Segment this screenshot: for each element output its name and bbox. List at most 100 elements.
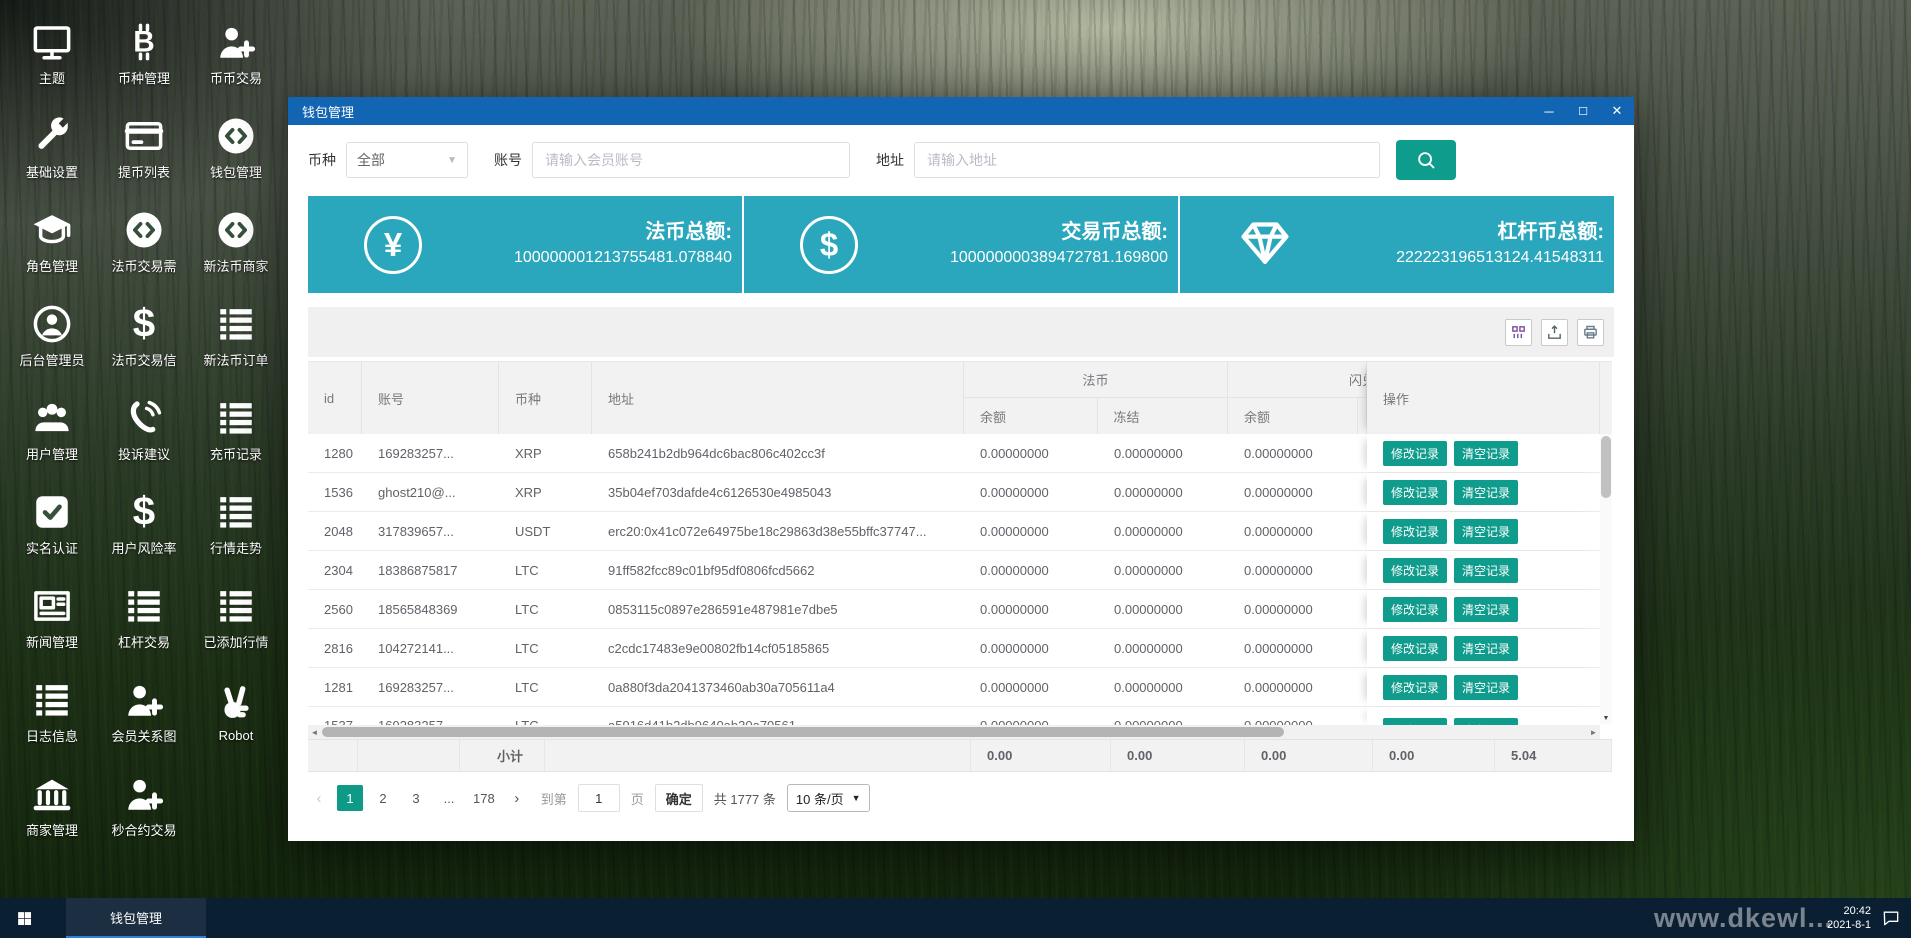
desktop-icon-10[interactable]: $法币交易信 (98, 288, 190, 382)
desktop-icon-17[interactable]: 行情走势 (190, 476, 282, 570)
desktop-icon-11[interactable]: 新法币订单 (190, 288, 282, 382)
desktop-icon-5[interactable]: 钱包管理 (190, 100, 282, 194)
columns-filter-button[interactable] (1505, 319, 1532, 346)
clear-record-button[interactable]: 清空记录 (1454, 675, 1518, 700)
card-title: 法币总额: (478, 219, 732, 246)
desktop-icon-9[interactable]: 后台管理员 (6, 288, 98, 382)
desktop-icon-1[interactable]: B币种管理 (98, 6, 190, 100)
subtotal-fiat-frozen: 0.00 (1111, 740, 1245, 771)
edit-record-button[interactable]: 修改记录 (1383, 636, 1447, 661)
chat-bubble-icon (1881, 908, 1901, 928)
next-page-button[interactable]: › (506, 790, 528, 807)
users-icon (30, 396, 74, 440)
cell-address: a5916d41b2db9640ab30a70561... (592, 707, 964, 725)
clear-record-button[interactable]: 清空记录 (1454, 558, 1518, 583)
page-button-2[interactable]: 2 (370, 785, 396, 811)
search-button[interactable] (1396, 140, 1456, 180)
desktop-icon-label: 杠杆交易 (118, 632, 170, 651)
page-button-1[interactable]: 1 (337, 785, 363, 811)
list-icon (214, 302, 258, 346)
desktop-icon-8[interactable]: 新法币商家 (190, 194, 282, 288)
desktop-icon-21[interactable]: 日志信息 (6, 664, 98, 758)
desktop-icon-4[interactable]: 提币列表 (98, 100, 190, 194)
confirm-button[interactable]: 确定 (655, 784, 703, 812)
coin-select[interactable]: 全部 ▼ (346, 142, 468, 178)
hand-icon (214, 680, 258, 724)
cell-coin: LTC (499, 668, 592, 706)
desktop-icon-15[interactable]: 实名认证 (6, 476, 98, 570)
desktop-icon-24[interactable]: 商家管理 (6, 758, 98, 852)
cell-fiat-frozen: 0.00000000 (1098, 551, 1228, 589)
desktop-icon-3[interactable]: 基础设置 (6, 100, 98, 194)
desktop-icon-grid: 主题B币种管理币币交易基础设置提币列表钱包管理角色管理法币交易需新法币商家后台管… (6, 6, 282, 852)
cell-actions: 修改记录清空记录 (1367, 707, 1600, 725)
print-button[interactable] (1577, 319, 1604, 346)
export-button[interactable] (1541, 319, 1568, 346)
prev-page-button[interactable]: ‹ (308, 790, 330, 807)
desktop-icon-20[interactable]: 已添加行情 (190, 570, 282, 664)
header-id: id (308, 362, 362, 434)
page-button-3[interactable]: 3 (403, 785, 429, 811)
start-button[interactable] (0, 898, 48, 938)
vertical-scroll-thumb[interactable] (1601, 436, 1611, 498)
desktop-icon-6[interactable]: 角色管理 (6, 194, 98, 288)
summary-cards: ¥法币总额:100000001213755481.078840$交易币总额:10… (308, 196, 1614, 293)
per-page-select[interactable]: 10 条/页 ▼ (787, 784, 870, 812)
cell-flash-balance: 0.00000000 (1228, 590, 1359, 628)
desktop-icon-14[interactable]: 充币记录 (190, 382, 282, 476)
edit-record-button[interactable]: 修改记录 (1383, 480, 1447, 505)
list-icon (214, 490, 258, 534)
cell-fiat-balance: 0.00000000 (964, 551, 1098, 589)
goto-page-input[interactable] (578, 784, 620, 812)
summary-card-1: $交易币总额:100000000389472781.169800 (744, 196, 1178, 293)
desktop-icon-7[interactable]: 法币交易需 (98, 194, 190, 288)
desktop-icon-25[interactable]: 秒合约交易 (98, 758, 190, 852)
desktop-icon-19[interactable]: 杠杆交易 (98, 570, 190, 664)
cell-flash-balance: 0.00000000 (1228, 434, 1359, 472)
edit-record-button[interactable]: 修改记录 (1383, 441, 1447, 466)
cell-account: ghost210@... (362, 473, 499, 511)
clear-record-button[interactable]: 清空记录 (1454, 480, 1518, 505)
minimize-button[interactable]: ─ (1532, 97, 1566, 125)
close-button[interactable]: ✕ (1600, 97, 1634, 125)
scroll-down-arrow[interactable]: ▼ (1600, 714, 1612, 724)
clear-record-button[interactable]: 清空记录 (1454, 597, 1518, 622)
edit-record-button[interactable]: 修改记录 (1383, 597, 1447, 622)
edit-record-button[interactable]: 修改记录 (1383, 519, 1447, 544)
cell-coin: USDT (499, 512, 592, 550)
cell-flash-balance: 0.00000000 (1228, 551, 1359, 589)
clear-record-button[interactable]: 清空记录 (1454, 636, 1518, 661)
coin-filter-label: 币种 (308, 150, 336, 170)
desktop-icon-2[interactable]: 币币交易 (190, 6, 282, 100)
desktop-icon-22[interactable]: 会员关系图 (98, 664, 190, 758)
clear-record-button[interactable]: 清空记录 (1454, 441, 1518, 466)
page-button-178[interactable]: 178 (469, 785, 499, 811)
edit-record-button[interactable]: 修改记录 (1383, 558, 1447, 583)
maximize-button[interactable]: ☐ (1566, 97, 1600, 125)
account-input[interactable] (532, 142, 850, 178)
edit-record-button[interactable]: 修改记录 (1383, 718, 1447, 725)
cell-address: 91ff582fcc89c01bf95df0806fcd5662 (592, 551, 964, 589)
horizontal-scroll-thumb[interactable] (322, 727, 1284, 737)
cell-flash-balance: 0.00000000 (1228, 707, 1359, 725)
desktop-icon-0[interactable]: 主题 (6, 6, 98, 100)
clear-record-button[interactable]: 清空记录 (1454, 718, 1518, 725)
clear-record-button[interactable]: 清空记录 (1454, 519, 1518, 544)
vertical-scrollbar[interactable]: ▼ (1600, 434, 1612, 724)
notification-chat-button[interactable] (1881, 908, 1901, 928)
desktop-icon-23[interactable]: Robot (190, 664, 282, 758)
horizontal-scrollbar[interactable]: ◄ ► (308, 725, 1600, 739)
taskbar-item-wallet[interactable]: 钱包管理 (66, 898, 206, 938)
page-ellipsis: ... (436, 785, 462, 811)
desktop-icon-13[interactable]: 投诉建议 (98, 382, 190, 476)
desktop-icon-18[interactable]: 新闻管理 (6, 570, 98, 664)
taskbar-clock[interactable]: 20:42 2021-8-1 (1827, 898, 1871, 938)
cell-fiat-balance: 0.00000000 (964, 629, 1098, 667)
desktop-icon-label: 新闻管理 (26, 632, 78, 651)
edit-record-button[interactable]: 修改记录 (1383, 675, 1447, 700)
desktop-icon-16[interactable]: $用户风险率 (98, 476, 190, 570)
scroll-left-arrow[interactable]: ◄ (308, 728, 321, 737)
scroll-right-arrow[interactable]: ► (1587, 728, 1600, 737)
desktop-icon-12[interactable]: 用户管理 (6, 382, 98, 476)
address-input[interactable] (914, 142, 1380, 178)
